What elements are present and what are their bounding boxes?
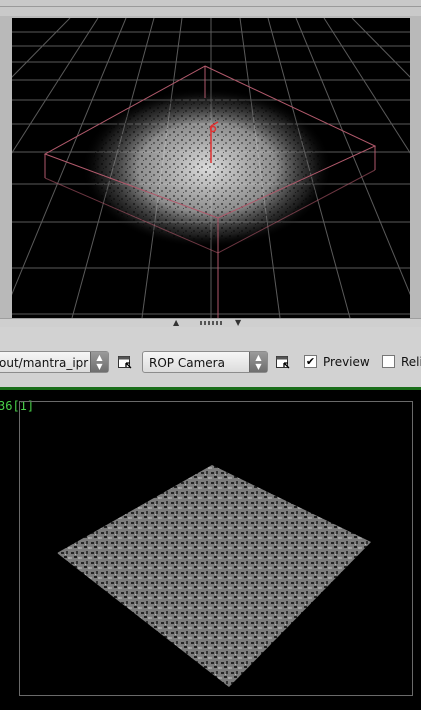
render-toolbar: out/mantra_ipr ▲ ▼ ROP Camera ▲ ▼ ✔ Previe… bbox=[0, 327, 421, 387]
rendered-cloud-slab bbox=[57, 465, 371, 687]
render-view[interactable]: 36[1] bbox=[0, 390, 421, 710]
top-pane-strip bbox=[0, 0, 421, 17]
camera-select[interactable]: ROP Camera ▲ ▼ bbox=[142, 351, 268, 373]
updown-icon: ▲ ▼ bbox=[90, 352, 108, 372]
jump-to-camera-icon[interactable] bbox=[275, 354, 291, 370]
camera-value: ROP Camera bbox=[149, 356, 225, 370]
jump-to-node-icon[interactable] bbox=[117, 354, 133, 370]
rendered-image bbox=[57, 465, 371, 687]
second-checkbox[interactable] bbox=[382, 355, 395, 368]
preview-checkbox[interactable]: ✔ bbox=[304, 355, 317, 368]
viewport-scene bbox=[12, 18, 410, 318]
scene-viewport[interactable] bbox=[12, 18, 410, 318]
updown-icon: ▲ ▼ bbox=[249, 352, 267, 372]
preview-label: Preview bbox=[323, 355, 370, 369]
second-checkbox-label: Reli bbox=[401, 355, 421, 369]
output-driver-value: out/mantra_ipr bbox=[0, 356, 89, 370]
collapse-down-icon[interactable]: ▼ bbox=[235, 319, 241, 327]
output-driver-select[interactable]: out/mantra_ipr ▲ ▼ bbox=[0, 351, 109, 373]
cloud-volume bbox=[82, 88, 332, 248]
collapse-up-icon[interactable]: ▲ bbox=[173, 319, 179, 327]
splitter-grip[interactable] bbox=[200, 321, 222, 325]
